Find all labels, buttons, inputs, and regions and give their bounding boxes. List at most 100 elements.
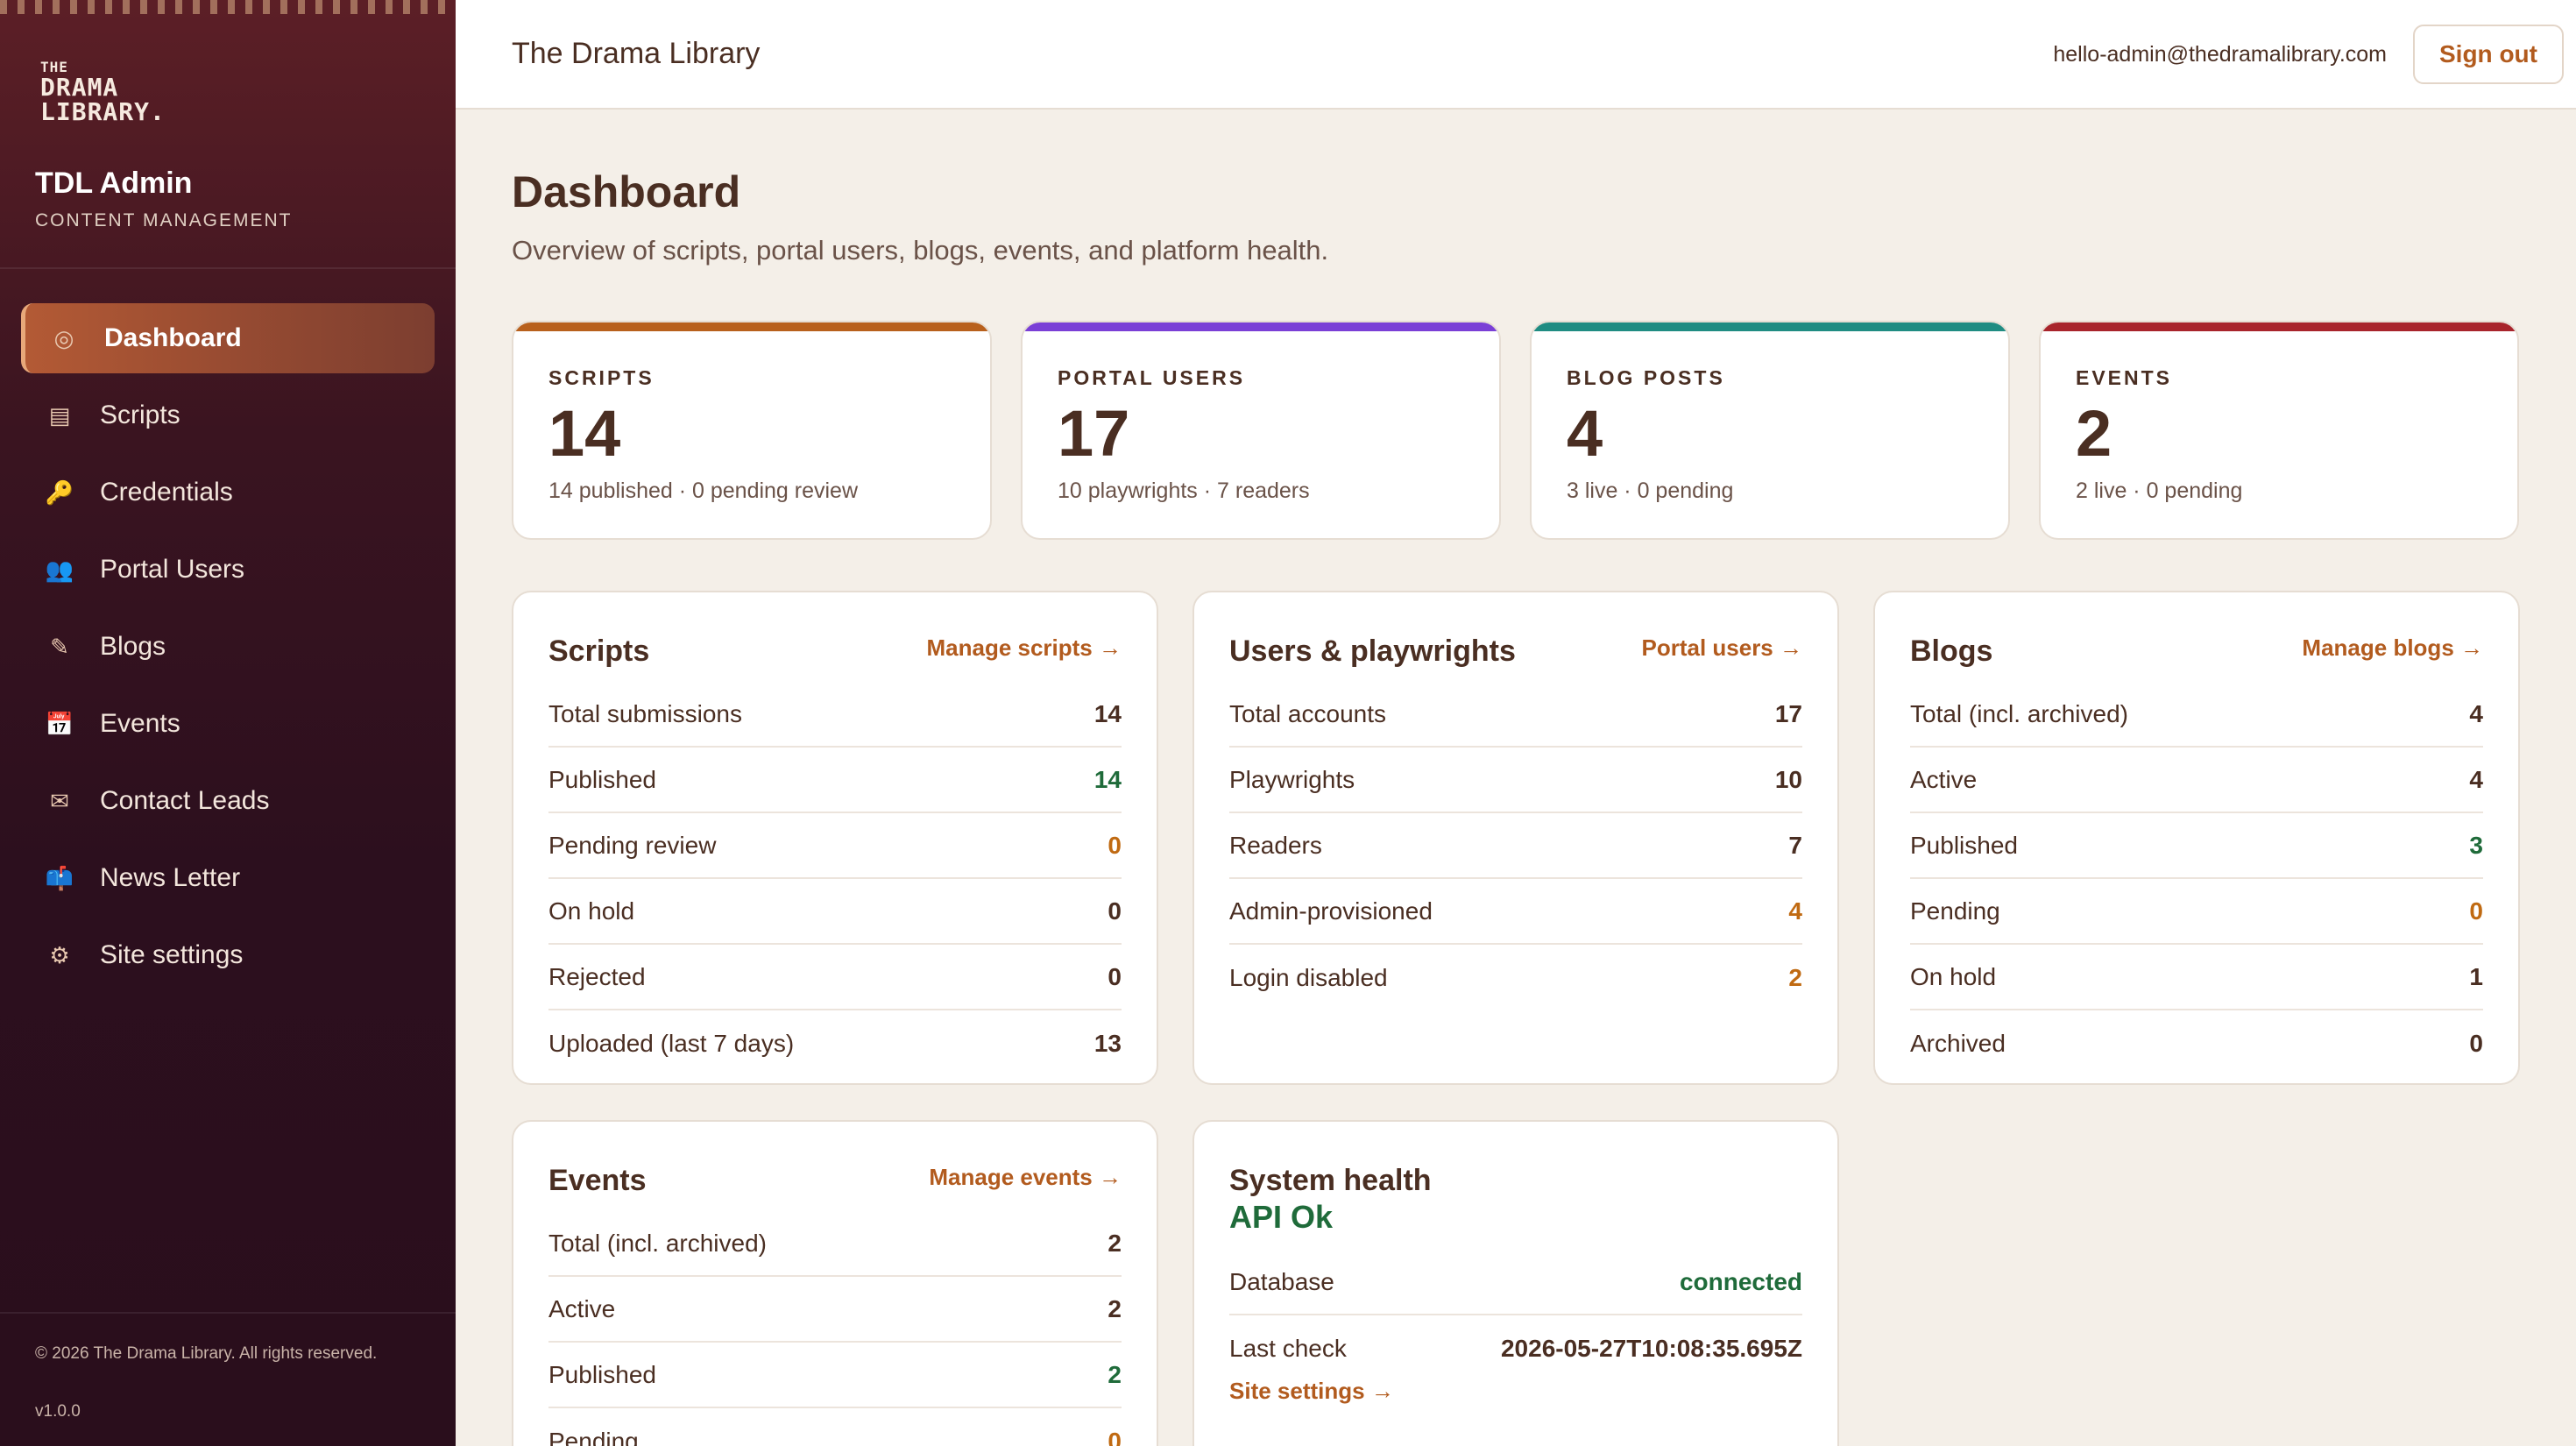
table-row: Total submissions 14 (548, 682, 1122, 748)
brand-title: TDL Admin (35, 167, 193, 200)
row-value: connected (1679, 1267, 1802, 1295)
sign-out-button[interactable]: Sign out (2413, 25, 2564, 84)
sidebar-item-label: Events (100, 709, 180, 738)
table-row: Readers 7 (1229, 813, 1802, 879)
row-label: On hold (548, 897, 635, 925)
sidebar-item-label: Credentials (100, 478, 233, 507)
sidebar-item-label: News Letter (100, 863, 241, 892)
row-label: On hold (1910, 962, 1997, 990)
row-value: 2 (1108, 1294, 1122, 1322)
row-label: Pending review (548, 831, 717, 859)
row-label: Playwrights (1229, 765, 1355, 793)
page-title: Dashboard (512, 167, 741, 216)
row-value: 14 (1093, 699, 1122, 727)
sidebar-item-scripts[interactable]: ▤ Scripts (21, 380, 435, 450)
sidebar-item-blogs[interactable]: ✎ Blogs (21, 612, 435, 682)
stat-note: 2 live · 0 pending (2076, 478, 2243, 503)
table-row: Pending 0 (548, 1408, 1122, 1446)
row-label: Total (incl. archived) (1910, 699, 2128, 727)
dashboard-icon: ◎ (53, 324, 74, 351)
row-value: 0 (1108, 962, 1122, 990)
row-label: Published (548, 765, 656, 793)
table-row: Pending 0 (1910, 879, 2483, 945)
sidebar-item-credentials[interactable]: 🔑 Credentials (21, 457, 435, 528)
logo: THE DRAMA LIBRARY. (40, 59, 166, 126)
table-row: Active 2 (548, 1277, 1122, 1343)
film-strip-decoration (0, 0, 456, 14)
page-subtitle: Overview of scripts, portal users, blogs… (512, 235, 1329, 266)
sidebar-item-label: Dashboard (104, 323, 242, 352)
table-row: Rejected 0 (548, 945, 1122, 1010)
table-row: Archived 0 (1910, 1010, 2483, 1076)
row-label: Rejected (548, 962, 646, 990)
mailbox-icon: 📫 (45, 864, 74, 891)
stat-value: 14 (548, 397, 621, 470)
row-label: Pending (1910, 897, 2000, 925)
events-panel: Events Manage events → Total (incl. arch… (512, 1120, 1158, 1446)
row-label: Pending (548, 1427, 639, 1446)
stat-card-accent (1023, 323, 1499, 331)
blogs-panel: Blogs Manage blogs → Total (incl. archiv… (1873, 591, 2520, 1085)
row-label: Published (1910, 831, 2018, 859)
row-value: 4 (2469, 699, 2483, 727)
stat-value: 4 (1567, 397, 1603, 470)
panel-rows: Total (incl. archived) 4 Active 4 Publishe… (1910, 682, 2483, 1076)
manage-blogs-link[interactable]: Manage blogs → (2302, 634, 2483, 662)
sidebar-item-label: Contact Leads (100, 786, 270, 815)
sidebar-item-news-letter[interactable]: 📫 News Letter (21, 843, 435, 913)
table-row: Published 2 (548, 1343, 1122, 1408)
panel-title: Events (548, 1164, 647, 1197)
sidebar-footer-divider (0, 1312, 456, 1314)
top-header: The Drama Library hello-admin@thedramali… (456, 0, 2576, 110)
scripts-panel: Scripts Manage scripts → Total submissio… (512, 591, 1158, 1085)
stat-card-scripts: SCRIPTS 14 14 published · 0 pending revi… (512, 321, 992, 540)
copyright-text: © 2026 The Drama Library. All rights res… (35, 1344, 378, 1363)
row-value: 13 (1093, 1029, 1122, 1057)
sidebar-item-contact-leads[interactable]: ✉ Contact Leads (21, 766, 435, 836)
sidebar: THE DRAMA LIBRARY. TDL Admin CONTENT MAN… (0, 0, 456, 1446)
system-health-panel: System health API Ok Database connected L… (1192, 1120, 1839, 1446)
panel-title: Blogs (1910, 634, 1993, 668)
sidebar-item-events[interactable]: 📅 Events (21, 689, 435, 759)
sidebar-item-portal-users[interactable]: 👥 Portal Users (21, 535, 435, 605)
row-label: Archived (1910, 1029, 2006, 1057)
users-panel: Users & playwrights Portal users → Total… (1192, 591, 1839, 1085)
site-settings-link[interactable]: Site settings → (1229, 1378, 1394, 1405)
panel-title: Scripts (548, 634, 650, 668)
portal-users-link[interactable]: Portal users → (1641, 634, 1802, 662)
row-label: Last check (1229, 1334, 1347, 1362)
manage-events-link[interactable]: Manage events → (929, 1164, 1122, 1191)
row-value: 2 (1788, 963, 1802, 991)
row-value: 4 (1788, 897, 1802, 925)
stat-note: 14 published · 0 pending review (548, 478, 859, 503)
table-row: Published 3 (1910, 813, 2483, 879)
row-label: Published (548, 1360, 656, 1388)
manage-scripts-link[interactable]: Manage scripts → (926, 634, 1122, 662)
row-label: Uploaded (last 7 days) (548, 1029, 795, 1057)
stat-label: BLOG POSTS (1567, 366, 1725, 389)
sidebar-item-label: Blogs (100, 632, 166, 661)
table-row: Last check 2026-05-27T10:08:35.695Z (1229, 1315, 1802, 1381)
row-value: 0 (1108, 1427, 1122, 1446)
row-label: Login disabled (1229, 963, 1388, 991)
stat-note: 3 live · 0 pending (1567, 478, 1734, 503)
brand-subtitle: CONTENT MANAGEMENT (35, 210, 293, 230)
table-row: Uploaded (last 7 days) 13 (548, 1010, 1122, 1076)
pencil-icon: ✎ (50, 633, 69, 660)
sidebar-nav: ◎ Dashboard ▤ Scripts 🔑 Credentials 👥 Po… (21, 303, 435, 997)
stat-card-accent (2041, 323, 2517, 331)
row-label: Readers (1229, 831, 1322, 859)
row-value: 0 (2469, 897, 2483, 925)
row-label: Database (1229, 1267, 1334, 1295)
sidebar-divider (0, 267, 456, 269)
row-value: 17 (1774, 699, 1802, 727)
row-label: Active (548, 1294, 616, 1322)
sidebar-item-site-settings[interactable]: ⚙ Site settings (21, 920, 435, 990)
sidebar-item-label: Portal Users (100, 555, 245, 584)
panel-rows: Total submissions 14 Published 14 Pending … (548, 682, 1122, 1076)
key-icon: 🔑 (45, 478, 74, 506)
stat-label: PORTAL USERS (1058, 366, 1246, 389)
sidebar-item-dashboard[interactable]: ◎ Dashboard (21, 303, 435, 373)
row-value: 0 (1108, 897, 1122, 925)
table-row: Total accounts 17 (1229, 682, 1802, 748)
